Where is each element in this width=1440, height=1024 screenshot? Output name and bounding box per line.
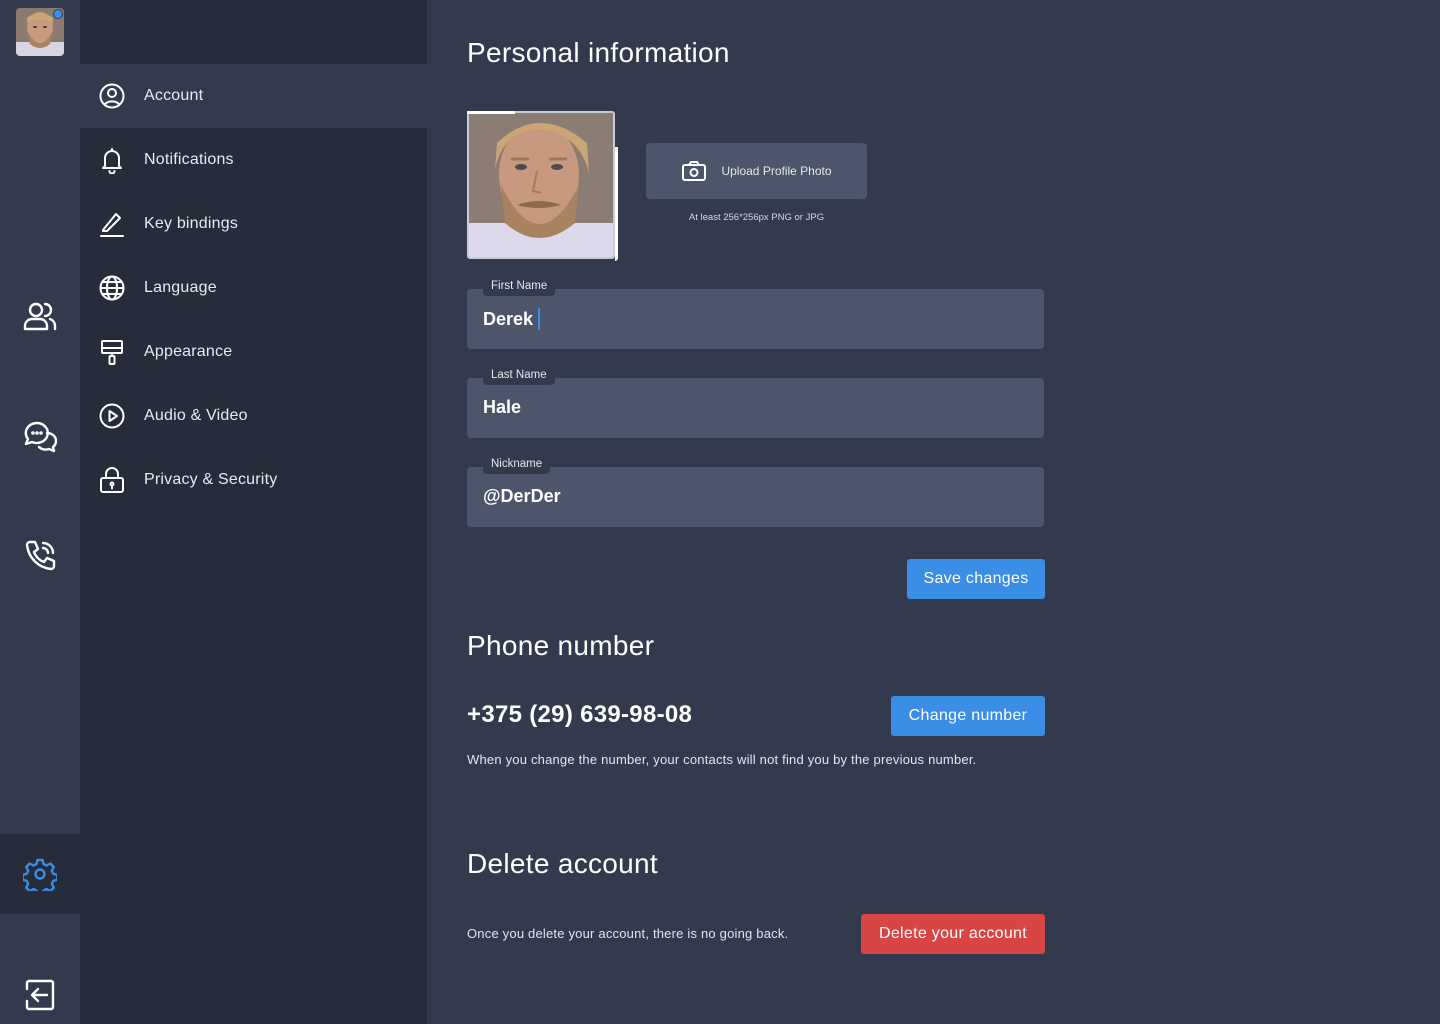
rail-contacts[interactable] [0, 276, 80, 356]
nickname-label: Nickname [483, 454, 551, 474]
camera-icon [682, 161, 707, 181]
menu-item-notifications[interactable]: Notifications [80, 128, 427, 192]
chats-icon [24, 421, 57, 453]
account-icon [98, 82, 126, 110]
upload-hint: At least 256*256px PNG or JPG [688, 212, 825, 223]
contacts-icon [23, 302, 57, 331]
menu-item-label: Notifications [144, 151, 234, 168]
menu-item-key-bindings[interactable]: Key bindings [80, 192, 427, 256]
rail-logout[interactable] [0, 955, 80, 1024]
paint-roller-icon [98, 338, 126, 366]
save-changes-button[interactable]: Save changes [907, 559, 1045, 599]
text-caret [538, 308, 541, 330]
logout-icon [25, 979, 55, 1011]
rail-calls[interactable] [0, 516, 80, 596]
menu-item-appearance[interactable]: Appearance [80, 320, 427, 384]
menu-item-account[interactable]: Account [80, 64, 427, 128]
photo-frame-accent [615, 147, 618, 261]
profile-photo[interactable] [467, 111, 618, 261]
play-icon [98, 402, 126, 430]
menu-item-privacy-security[interactable]: Privacy & Security [80, 448, 427, 512]
last-name-label: Last Name [483, 365, 555, 385]
lock-icon [98, 466, 126, 494]
delete-account-note: Once you delete your account, there is n… [467, 926, 789, 941]
delete-account-button[interactable]: Delete your account [861, 914, 1045, 954]
icon-rail [0, 0, 80, 1024]
pen-icon [98, 210, 126, 238]
phone-change-note: When you change the number, your contact… [467, 752, 977, 767]
settings-icon [23, 858, 57, 891]
bell-icon [98, 146, 126, 174]
menu-item-label: Key bindings [144, 215, 239, 232]
profile-photo-image [467, 111, 615, 259]
menu-item-label: Appearance [144, 343, 233, 360]
nickname-field[interactable]: Nickname @DerDer [467, 454, 1044, 527]
upload-photo-button[interactable]: Upload Profile Photo [646, 143, 867, 199]
menu-item-label: Privacy & Security [144, 471, 278, 488]
last-name-field[interactable]: Last Name Hale [467, 365, 1044, 438]
nickname-value: @DerDer [483, 486, 561, 506]
account-settings: Personal information Upload Profile Phot… [427, 0, 1440, 1024]
globe-icon [98, 274, 126, 302]
menu-item-label: Language [144, 279, 217, 296]
upload-photo-label: Upload Profile Photo [721, 164, 832, 178]
delete-account-title: Delete account [467, 848, 658, 879]
phone-number-title: Phone number [467, 630, 655, 661]
settings-menu: Account Notifications Key bindings Langu… [80, 0, 427, 1024]
rail-chats[interactable] [0, 396, 80, 476]
menu-item-language[interactable]: Language [80, 256, 427, 320]
first-name-value: Derek [483, 308, 541, 330]
first-name-label: First Name [483, 276, 556, 296]
online-status-dot [53, 9, 63, 19]
menu-item-label: Account [144, 87, 204, 104]
menu-item-audio-video[interactable]: Audio & Video [80, 384, 427, 448]
personal-info-title: Personal information [467, 37, 730, 68]
last-name-value: Hale [483, 397, 522, 417]
phone-number-value: +375 (29) 639-98-08 [467, 701, 693, 728]
first-name-field[interactable]: First Name Derek [467, 276, 1044, 349]
menu-item-label: Audio & Video [144, 407, 248, 424]
change-number-button[interactable]: Change number [891, 696, 1045, 736]
rail-settings[interactable] [0, 834, 80, 914]
photo-frame-accent [467, 111, 515, 114]
calls-icon [25, 540, 56, 571]
